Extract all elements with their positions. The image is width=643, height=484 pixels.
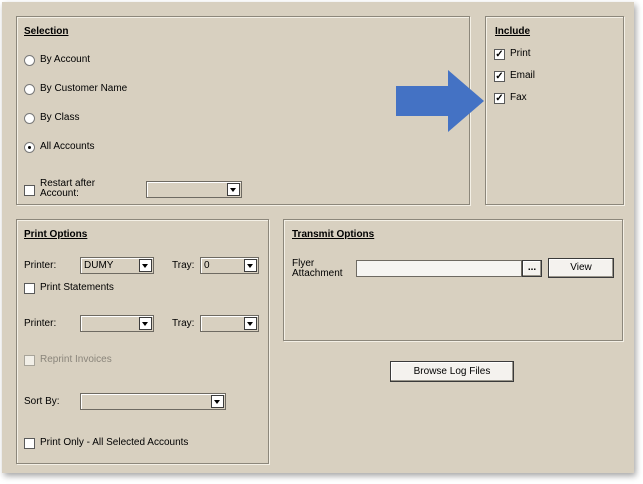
- include-email-checkbox[interactable]: ✓: [494, 71, 505, 82]
- printer2-combo[interactable]: [80, 315, 154, 332]
- tray1-label: Tray:: [172, 260, 195, 271]
- tray1-combo[interactable]: 0: [200, 257, 259, 274]
- transmit-options-group: Transmit Options Flyer Attachment ... Vi…: [283, 219, 623, 341]
- print-statements-label[interactable]: Print Statements: [40, 282, 114, 293]
- sort-by-combo[interactable]: [80, 393, 226, 410]
- printer1-label: Printer:: [24, 260, 57, 271]
- print-options-group: Print Options Printer: DUMY Tray: 0 Prin…: [16, 219, 269, 464]
- radio-by-class-label[interactable]: By Class: [40, 112, 79, 123]
- print-only-label[interactable]: Print Only - All Selected Accounts: [40, 437, 188, 448]
- dialog-panel: Selection By Account By Customer Name By…: [2, 2, 634, 473]
- reprint-invoices-label: Reprint Invoices: [40, 354, 112, 365]
- chevron-down-icon[interactable]: [211, 395, 224, 408]
- radio-by-account-label[interactable]: By Account: [40, 54, 90, 65]
- printer1-value: DUMY: [84, 260, 114, 271]
- include-print-checkbox[interactable]: ✓: [494, 49, 505, 60]
- selection-title: Selection: [24, 26, 69, 37]
- tray2-label: Tray:: [172, 318, 195, 329]
- browse-log-files-button[interactable]: Browse Log Files: [390, 361, 514, 382]
- radio-all-accounts-label[interactable]: All Accounts: [40, 141, 94, 152]
- radio-all-accounts[interactable]: [24, 142, 35, 153]
- view-button[interactable]: View: [548, 258, 614, 278]
- tray1-value: 0: [204, 260, 210, 271]
- radio-by-class[interactable]: [24, 113, 35, 124]
- include-print-label[interactable]: Print: [510, 48, 531, 59]
- include-email-label[interactable]: Email: [510, 70, 535, 81]
- print-statements-checkbox[interactable]: [24, 283, 35, 294]
- print-options-title: Print Options: [24, 229, 88, 240]
- printer1-combo[interactable]: DUMY: [80, 257, 154, 274]
- restart-after-checkbox[interactable]: [24, 185, 35, 196]
- sort-by-label: Sort By:: [24, 396, 60, 407]
- chevron-down-icon[interactable]: [244, 317, 257, 330]
- include-group: Include ✓ Print ✓ Email ✓ Fax: [485, 16, 624, 205]
- browse-flyer-button[interactable]: ...: [522, 260, 542, 277]
- flyer-attachment-label-line2: Attachment: [292, 268, 343, 279]
- tray2-combo[interactable]: [200, 315, 259, 332]
- radio-by-customer-name[interactable]: [24, 84, 35, 95]
- chevron-down-icon[interactable]: [139, 259, 152, 272]
- reprint-invoices-checkbox: [24, 355, 35, 366]
- restart-after-label-line2: Account:: [40, 188, 79, 199]
- transmit-options-title: Transmit Options: [292, 229, 375, 240]
- chevron-down-icon[interactable]: [227, 183, 240, 196]
- chevron-down-icon[interactable]: [244, 259, 257, 272]
- printer2-label: Printer:: [24, 318, 57, 329]
- include-title: Include: [495, 26, 531, 37]
- include-fax-label[interactable]: Fax: [510, 92, 527, 103]
- radio-by-account[interactable]: [24, 55, 35, 66]
- flyer-attachment-input[interactable]: [356, 260, 522, 277]
- radio-by-customer-name-label[interactable]: By Customer Name: [40, 83, 127, 94]
- chevron-down-icon[interactable]: [139, 317, 152, 330]
- include-fax-checkbox[interactable]: ✓: [494, 93, 505, 104]
- arrow-right-icon: [396, 70, 484, 132]
- print-only-checkbox[interactable]: [24, 438, 35, 449]
- restart-account-combo[interactable]: [146, 181, 242, 198]
